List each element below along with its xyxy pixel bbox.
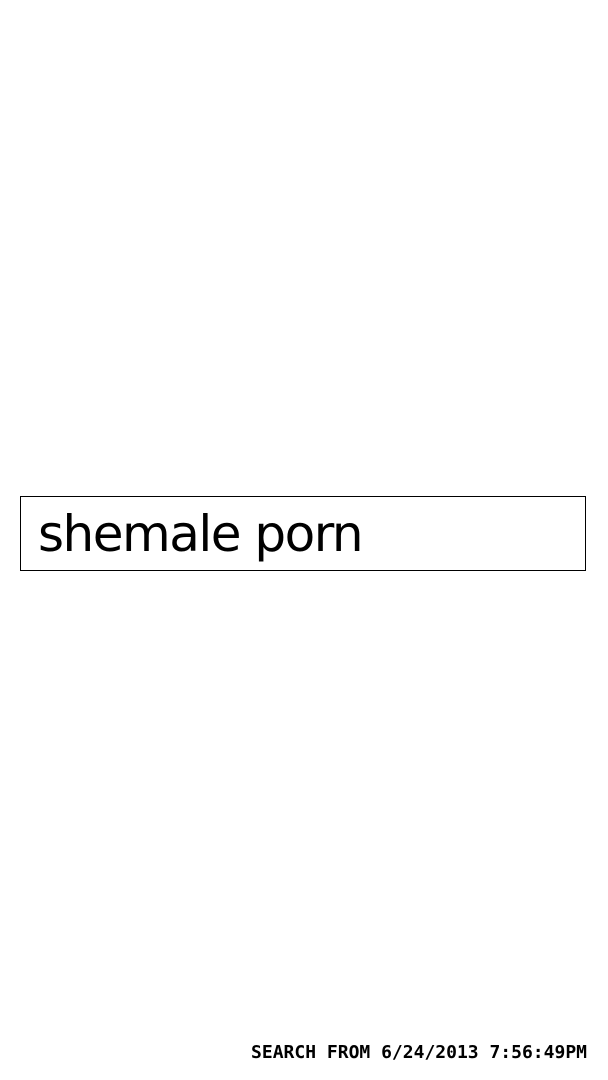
search-query-text: shemale porn bbox=[38, 504, 364, 563]
search-timestamp: SEARCH FROM 6/24/2013 7:56:49PM bbox=[251, 1042, 587, 1063]
search-query-box: shemale porn bbox=[20, 496, 586, 571]
